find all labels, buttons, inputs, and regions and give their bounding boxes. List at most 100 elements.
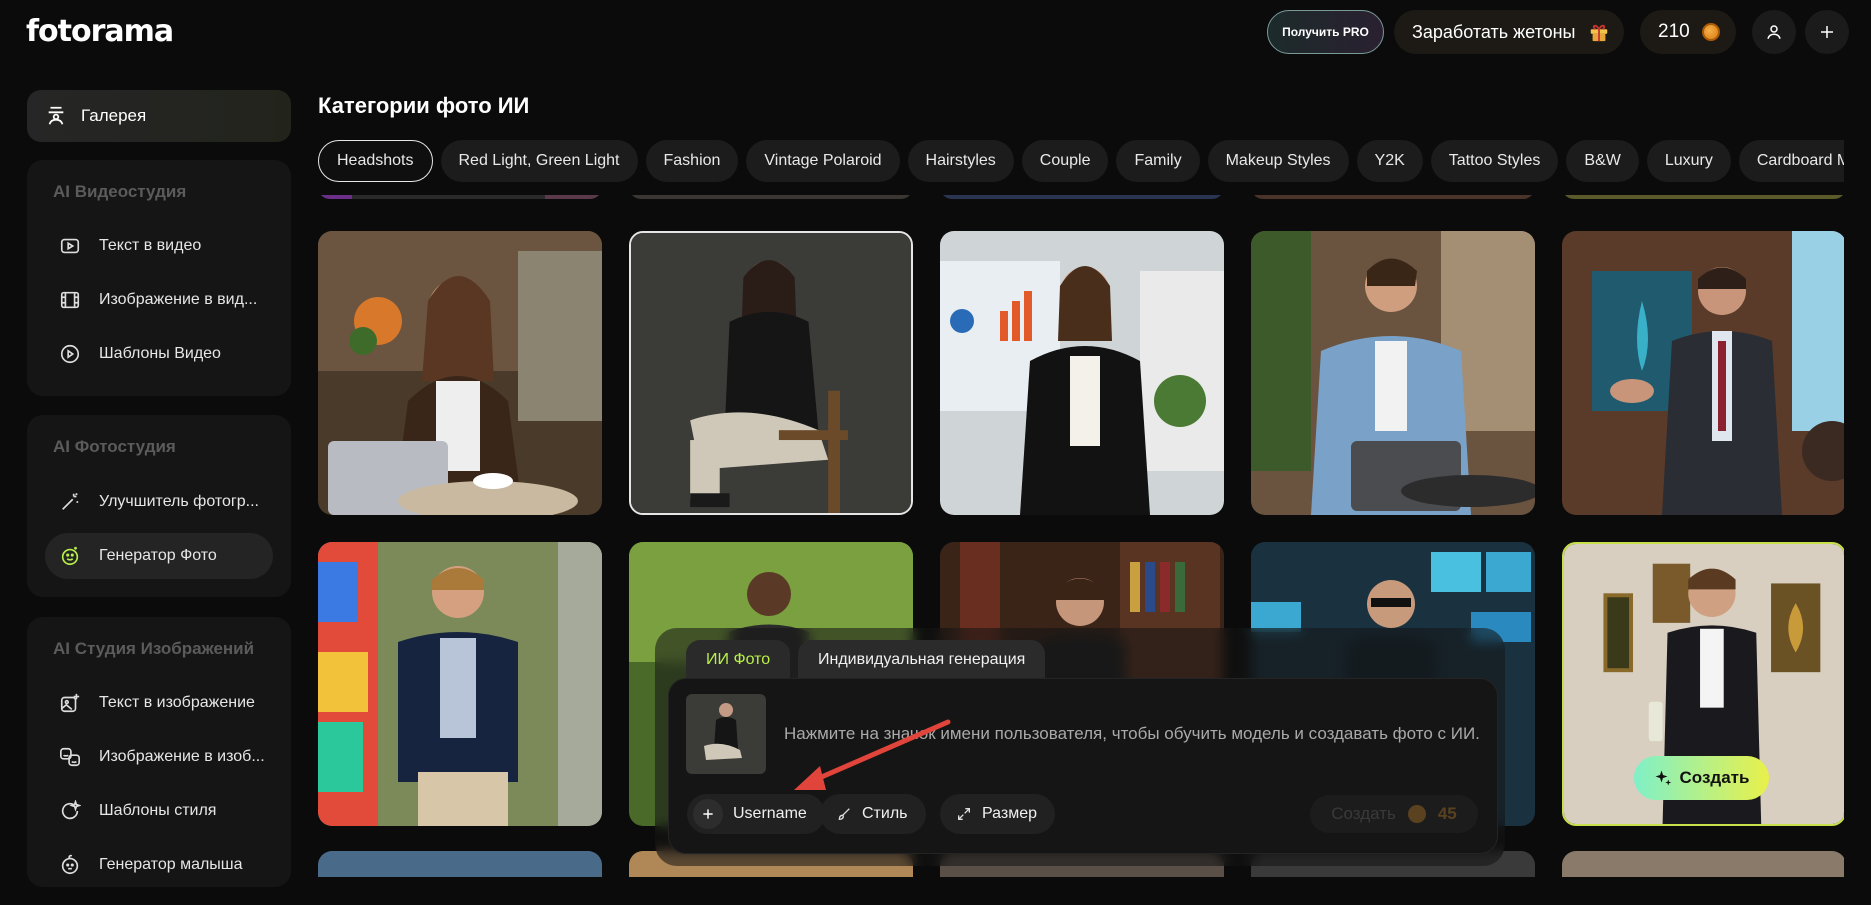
tab-custom-generation[interactable]: Индивидуальная генерация xyxy=(798,640,1046,680)
sidebar-item-baby-generator[interactable]: Генератор малыша xyxy=(45,842,273,888)
page-title: Категории фото ИИ xyxy=(318,93,530,118)
sidebar-item-gallery[interactable]: Галерея xyxy=(27,90,291,142)
user-icon xyxy=(1767,25,1781,39)
sidebar-item-label: Изображение в вид... xyxy=(99,291,258,308)
generate-button-disabled[interactable]: Создать 45 xyxy=(1310,795,1478,833)
selected-style-thumbnail[interactable] xyxy=(686,694,766,774)
generate-label: Создать xyxy=(1331,804,1396,823)
photo-graffiti-man xyxy=(318,542,602,826)
sidebar-item-label: Шаблоны стиля xyxy=(99,802,217,819)
sidebar-item-image-to-video[interactable]: Изображение в вид... xyxy=(45,277,273,323)
annotation-arrow xyxy=(794,719,951,790)
earn-tokens-label: Заработать жетоны xyxy=(1412,21,1576,42)
brush-icon xyxy=(838,808,850,821)
coin-icon xyxy=(1701,23,1720,41)
smile-sparkle-icon xyxy=(61,546,79,566)
tab-family[interactable]: Family xyxy=(1116,140,1200,182)
sidebar-item-label: Улучшитель фотогр... xyxy=(99,493,259,510)
create-label: Создать xyxy=(1679,768,1750,787)
photo-card[interactable] xyxy=(940,195,1224,199)
tab-ai-photo[interactable]: ИИ Фото xyxy=(686,640,791,680)
group-title: AI Видеостудия xyxy=(53,182,187,201)
group-title: AI Студия Изображений xyxy=(53,639,255,658)
sidebar-item-photo-generator[interactable]: Генератор Фото xyxy=(45,533,273,579)
photo-card[interactable] xyxy=(318,231,602,515)
sidebar-group-image: AI Студия Изображений Текст в изображени… xyxy=(27,617,291,887)
tab-red-light-green-light[interactable]: Red Light, Green Light xyxy=(440,140,638,182)
coin-balance[interactable]: 210 xyxy=(1640,10,1736,54)
photo-cafe-woman xyxy=(318,231,602,515)
coin-icon xyxy=(1407,805,1426,823)
coin-count: 210 xyxy=(1658,21,1690,42)
logo[interactable]: fotorama xyxy=(26,14,174,49)
photo-presenter-man xyxy=(1562,231,1844,515)
profile-button[interactable] xyxy=(1752,10,1796,54)
tab-vintage-polaroid[interactable]: Vintage Polaroid xyxy=(746,140,900,182)
sidebar-item-label: Изображение в изоб... xyxy=(99,748,265,765)
tab-y2k[interactable]: Y2K xyxy=(1356,140,1423,182)
baby-icon xyxy=(61,854,79,875)
magic-wand-icon xyxy=(62,493,79,510)
thumbnail-image xyxy=(686,694,766,774)
sidebar-item-photo-enhancer[interactable]: Улучшитель фотогр... xyxy=(45,479,273,525)
group-title: AI Фотостудия xyxy=(53,437,176,456)
earn-tokens-button[interactable]: Заработать жетоны xyxy=(1394,10,1624,54)
sidebar-item-text-to-video[interactable]: Текст в видео xyxy=(45,223,273,269)
plus-icon xyxy=(693,799,723,829)
style-label: Стиль xyxy=(862,805,908,822)
photo-card[interactable] xyxy=(1251,195,1535,199)
create-from-template-button[interactable]: Создать xyxy=(1634,756,1769,800)
username-label: Username xyxy=(733,805,807,822)
tab-makeup-styles[interactable]: Makeup Styles xyxy=(1207,140,1349,182)
size-label: Размер xyxy=(982,805,1037,822)
photo-laptop-man xyxy=(1251,231,1535,515)
get-pro-button[interactable]: Получить PRO xyxy=(1267,10,1384,54)
sidebar-group-photo: AI Фотостудия Улучшитель фотогр... Генер… xyxy=(27,415,291,597)
sidebar-item-image-to-image[interactable]: Изображение в изоб... xyxy=(45,734,273,780)
play-circle-icon xyxy=(60,344,80,364)
photo-card[interactable] xyxy=(318,851,602,877)
photo-card[interactable] xyxy=(1562,851,1844,877)
photo-card[interactable] xyxy=(940,231,1224,515)
image-plus-icon xyxy=(60,693,80,713)
photo-card[interactable] xyxy=(318,195,602,199)
tab-headshots[interactable]: Headshots xyxy=(318,140,433,182)
add-button[interactable] xyxy=(1805,10,1849,54)
photo-studio-woman xyxy=(631,233,911,513)
sidebar-item-label: Текст в видео xyxy=(99,237,202,254)
sidebar-item-label: Шаблоны Видео xyxy=(99,345,221,362)
tab-bw[interactable]: B&W xyxy=(1566,140,1639,182)
generate-cost: 45 xyxy=(1437,804,1457,823)
photo-card[interactable] xyxy=(1562,195,1844,199)
sidebar-item-text-to-image[interactable]: Текст в изображение xyxy=(45,680,273,726)
gallery-icon xyxy=(48,106,64,125)
sidebar-group-video: AI Видеостудия Текст в видео Изображение… xyxy=(27,160,291,396)
sidebar-item-label: Галерея xyxy=(81,106,147,125)
photo-card[interactable] xyxy=(629,195,913,199)
tab-hairstyles[interactable]: Hairstyles xyxy=(907,140,1014,182)
photo-card-selected[interactable] xyxy=(629,231,913,515)
play-square-icon xyxy=(60,238,80,254)
sidebar-item-style-templates[interactable]: Шаблоны стиля xyxy=(45,788,273,834)
tab-fashion[interactable]: Fashion xyxy=(645,140,739,182)
size-button[interactable]: Размер xyxy=(940,794,1055,834)
top-bar: fotorama Получить PRO Заработать жетоны … xyxy=(0,0,1871,62)
style-button[interactable]: Стиль xyxy=(820,794,926,834)
sparkle-icon xyxy=(1655,770,1671,786)
photo-card[interactable] xyxy=(1251,231,1535,515)
category-tabs: Headshots Red Light, Green Light Fashion Vi… xyxy=(318,140,1844,182)
sidebar-item-label: Генератор малыша xyxy=(99,856,243,873)
faces-icon xyxy=(60,747,80,767)
plus-icon xyxy=(1821,26,1833,38)
photo-card[interactable] xyxy=(318,542,602,826)
sidebar-item-video-templates[interactable]: Шаблоны Видео xyxy=(45,331,273,377)
tab-luxury[interactable]: Luxury xyxy=(1646,140,1731,182)
photo-card[interactable] xyxy=(1562,231,1844,515)
gift-icon xyxy=(1590,24,1607,42)
username-button[interactable]: Username xyxy=(687,794,825,834)
tab-cardboard-men[interactable]: Cardboard Men xyxy=(1738,140,1844,182)
expand-icon xyxy=(958,808,970,820)
photo-office-woman xyxy=(940,231,1224,515)
tab-tattoo-styles[interactable]: Tattoo Styles xyxy=(1430,140,1559,182)
tab-couple[interactable]: Couple xyxy=(1021,140,1109,182)
